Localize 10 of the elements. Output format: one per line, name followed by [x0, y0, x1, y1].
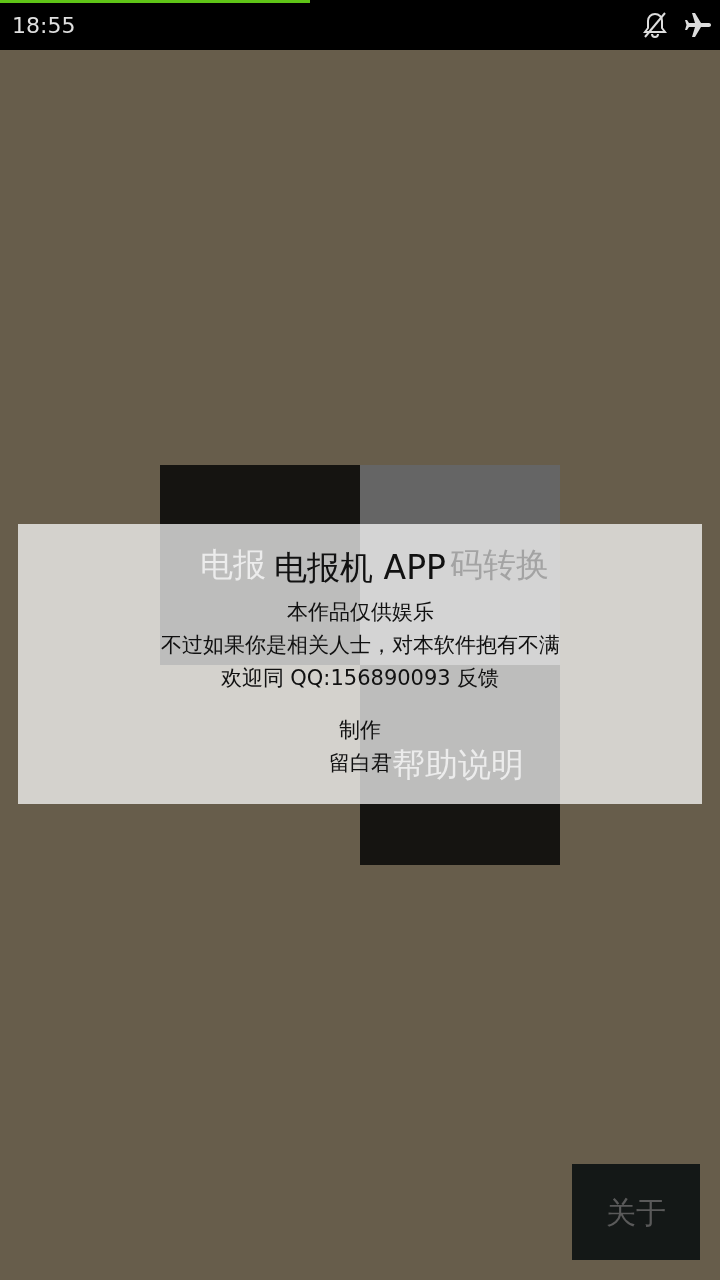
credit-label: 制作 — [339, 718, 381, 742]
bell-muted-icon — [642, 11, 668, 39]
dialog-text: 本作品仅供娱乐 — [286, 600, 434, 624]
dialog-text: 不过如果你是相关人士，对本软件抱有不满 — [160, 633, 560, 657]
author-name: 留白君 — [328, 751, 392, 775]
status-time: 18:55 — [11, 11, 76, 40]
airplane-icon — [684, 12, 712, 38]
dialog-title: 电报机 APP — [274, 548, 446, 587]
dialog-text: 欢迎同 QQ:156890093 反馈 — [220, 666, 500, 690]
about-button[interactable]: 关于 — [572, 1164, 700, 1260]
